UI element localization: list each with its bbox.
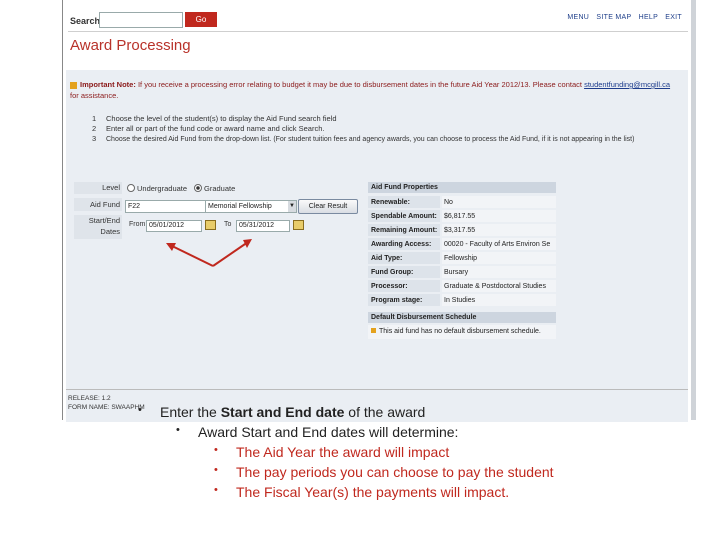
bullet-level2: • Award Start and End dates will determi… bbox=[176, 424, 459, 440]
bullet-dot-icon: • bbox=[214, 444, 218, 456]
table-row: Remaining Amount: $3,317.55 bbox=[368, 224, 556, 237]
properties-header: Aid Fund Properties bbox=[368, 182, 556, 193]
bullet-level3: • The pay periods you can choose to pay … bbox=[214, 464, 554, 480]
bullet-level1: • Enter the Start and End date of the aw… bbox=[138, 404, 426, 420]
bullet-dot-icon: • bbox=[214, 484, 218, 496]
bullet-level3: • The Aid Year the award will impact bbox=[214, 444, 450, 460]
release-info: RELEASE: 1.2 FORM NAME: SWAAPHM bbox=[68, 394, 145, 412]
table-row: Renewable: No bbox=[368, 196, 556, 209]
info-icon bbox=[371, 328, 376, 333]
table-row: Spendable Amount: $6,817.55 bbox=[368, 210, 556, 223]
schedule-message: This aid fund has no default disbursemen… bbox=[368, 325, 556, 339]
form-name: FORM NAME: SWAAPHM bbox=[68, 404, 145, 411]
bullet-dot-icon: • bbox=[138, 404, 142, 416]
release-version: RELEASE: 1.2 bbox=[68, 395, 111, 402]
table-row: Processor: Graduate & Postdoctoral Studie… bbox=[368, 280, 556, 293]
table-row: Fund Group: Bursary bbox=[368, 266, 556, 279]
bullet-dot-icon: • bbox=[214, 464, 218, 476]
table-row: Program stage: In Studies bbox=[368, 294, 556, 307]
bullet-level3: • The Fiscal Year(s) the payments will i… bbox=[214, 484, 510, 500]
footer-divider bbox=[66, 389, 688, 390]
table-row: Aid Type: Fellowship bbox=[368, 252, 556, 265]
schedule-header: Default Disbursement Schedule bbox=[368, 312, 556, 323]
bullet-dot-icon: • bbox=[176, 424, 180, 436]
table-row: Awarding Access: 00020 - Faculty of Arts … bbox=[368, 238, 556, 251]
